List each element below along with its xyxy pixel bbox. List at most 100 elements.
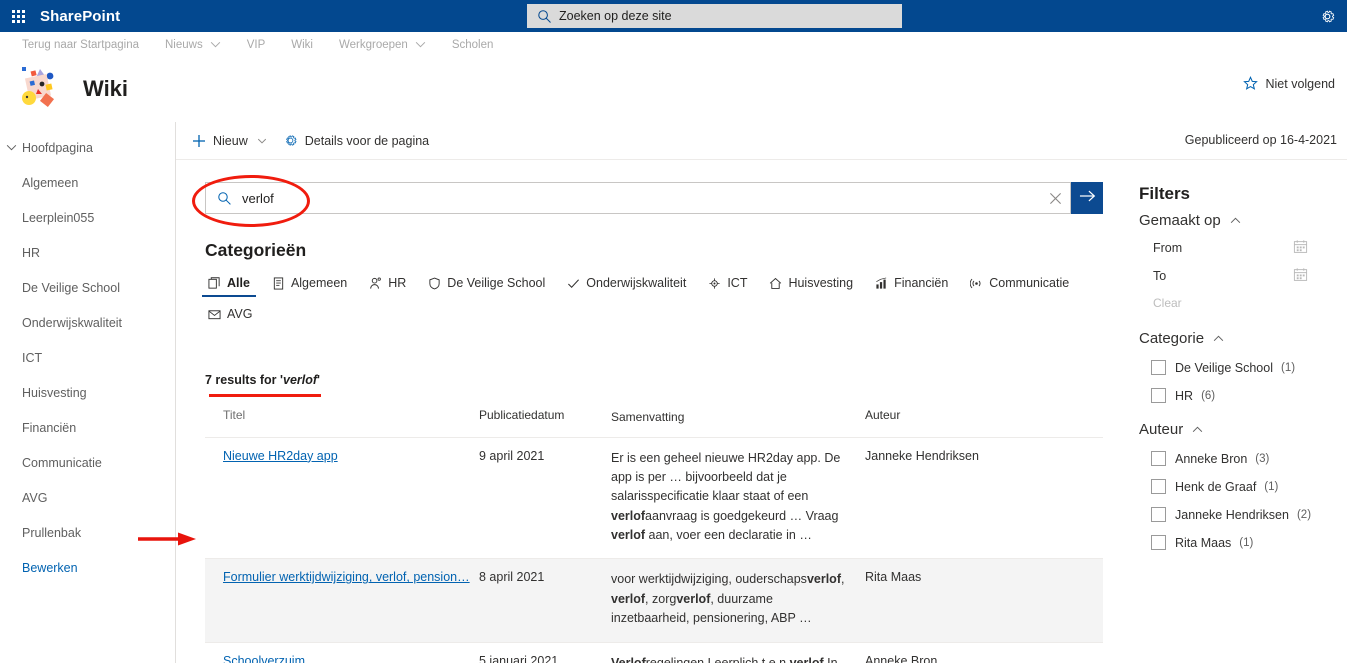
calendar-icon[interactable]	[1293, 267, 1308, 285]
filter-option-de-veilige-school[interactable]: De Veilige School (1)	[1151, 360, 1347, 375]
filter-option-anneke-bron[interactable]: Anneke Bron (3)	[1151, 451, 1347, 466]
hubnav-item-5[interactable]: Scholen	[452, 39, 494, 51]
column-header-publicatiedatum[interactable]: Publicatiedatum	[479, 408, 611, 427]
suite-bar: SharePoint	[0, 0, 1347, 32]
filter-option-rita-maas[interactable]: Rita Maas (1)	[1151, 535, 1347, 550]
page-details-button[interactable]: Details voor de pagina	[283, 133, 429, 148]
tab-algemeen[interactable]: Algemeen	[266, 272, 353, 297]
sidebar-edit-link[interactable]: Bewerken	[0, 550, 175, 585]
filter-date-to[interactable]: To	[1153, 267, 1308, 285]
chevron-up-icon[interactable]	[1192, 426, 1203, 433]
search-input[interactable]	[242, 190, 1040, 206]
sidebar-item-label: Onderwijskwaliteit	[22, 315, 123, 330]
filter-date-from[interactable]: From	[1153, 239, 1308, 257]
filter-group-gemaakt-op[interactable]: Gemaakt op	[1139, 212, 1347, 229]
checkbox[interactable]	[1151, 479, 1166, 494]
chevron-down-icon[interactable]	[257, 138, 267, 144]
checkbox[interactable]	[1151, 535, 1166, 550]
waffle-icon[interactable]	[4, 0, 32, 32]
chevron-down-icon	[210, 39, 221, 51]
sidebar-item-hr[interactable]: HR	[0, 235, 175, 270]
filter-group-label: Gemaakt op	[1139, 212, 1221, 229]
hubnav-item-3[interactable]: Wiki	[291, 39, 313, 51]
filter-group-auteur[interactable]: Auteur	[1139, 421, 1347, 438]
gear-icon[interactable]	[1311, 0, 1343, 32]
filter-option-henk-de-graaf[interactable]: Henk de Graaf (1)	[1151, 479, 1347, 494]
sidebar-item-avg[interactable]: AVG	[0, 480, 175, 515]
sidebar-item-financien[interactable]: Financiën	[0, 410, 175, 445]
filter-option-hr[interactable]: HR (6)	[1151, 388, 1347, 403]
home-icon	[769, 277, 782, 290]
checkbox[interactable]	[1151, 388, 1166, 403]
table-row[interactable]: Schoolverzuim 5 januari 2021 Verlofregelin…	[205, 643, 1103, 663]
sidebar-item-label: Prullenbak	[22, 525, 82, 540]
checkbox[interactable]	[1151, 360, 1166, 375]
tab-hr[interactable]: HR	[363, 272, 412, 297]
checkbox[interactable]	[1151, 451, 1166, 466]
column-header-auteur[interactable]: Auteur	[865, 408, 1065, 427]
result-title-link[interactable]: Schoolverzuim	[223, 654, 305, 663]
hubnav-item-2[interactable]: VIP	[247, 39, 266, 51]
search-box[interactable]	[205, 182, 1071, 214]
sidebar-item-onderwijskwaliteit[interactable]: Onderwijskwaliteit	[0, 305, 175, 340]
tab-onderwijskwaliteit[interactable]: Onderwijskwaliteit	[561, 272, 692, 297]
sidebar-item-leerplein055[interactable]: Leerplein055	[0, 200, 175, 235]
filter-option-count: (1)	[1264, 480, 1279, 493]
hubnav-item-1[interactable]: Nieuws	[165, 39, 221, 51]
hubnav-label: Terug naar Startpagina	[22, 39, 139, 51]
tab-label: Financiën	[894, 276, 949, 290]
tab-communicatie[interactable]: Communicatie	[964, 272, 1075, 297]
sidebar: Hoofdpagina Algemeen Leerplein055 HR De …	[0, 122, 176, 663]
sidebar-item-ict[interactable]: ICT	[0, 340, 175, 375]
tab-label: HR	[388, 276, 407, 290]
tab-alle[interactable]: Alle	[202, 272, 256, 297]
tab-avg[interactable]: AVG	[202, 303, 282, 328]
chevron-up-icon[interactable]	[1230, 217, 1241, 224]
app-name[interactable]: SharePoint	[40, 8, 120, 25]
tab-huisvesting[interactable]: Huisvesting	[763, 272, 859, 297]
filter-option-count: (6)	[1201, 389, 1216, 402]
column-header-titel[interactable]: Titel	[205, 408, 479, 427]
tab-financien[interactable]: Financiën	[869, 272, 954, 297]
tab-ict[interactable]: ICT	[702, 272, 753, 297]
chevron-down-icon[interactable]	[0, 144, 22, 151]
cell-samenvatting: Verlofregelingen Leerplich t e n verlof …	[611, 655, 838, 663]
new-button[interactable]: Nieuw	[192, 134, 267, 148]
filter-group-categorie[interactable]: Categorie	[1139, 330, 1347, 347]
sidebar-item-huisvesting[interactable]: Huisvesting	[0, 375, 175, 410]
filter-clear-button[interactable]: Clear	[1153, 296, 1347, 310]
search-submit-button[interactable]	[1071, 182, 1103, 214]
filters-panel: Filters Gemaakt op From To Clear Categor…	[1131, 160, 1347, 663]
result-title-link[interactable]: Formulier werktijdwijziging, verlof, pen…	[223, 570, 470, 584]
table-row[interactable]: Formulier werktijdwijziging, verlof, pen…	[205, 559, 1103, 643]
command-bar: Nieuw Details voor de pagina Gepubliceer…	[176, 122, 1347, 160]
sidebar-item-communicatie[interactable]: Communicatie	[0, 445, 175, 480]
site-search-box[interactable]	[527, 4, 902, 28]
cell-titel: Formulier werktijdwijziging, verlof, pen…	[205, 570, 479, 628]
calendar-icon[interactable]	[1293, 239, 1308, 257]
hubnav-label: Nieuws	[165, 39, 203, 51]
sidebar-item-algemeen[interactable]: Algemeen	[0, 165, 175, 200]
follow-button[interactable]: Niet volgend	[1242, 76, 1335, 91]
filter-date-to-label: To	[1153, 269, 1167, 283]
table-body: Nieuwe HR2day app 9 april 2021 Er is een g…	[205, 438, 1103, 663]
filter-group-label: Auteur	[1139, 421, 1184, 438]
hubnav-label: Werkgroepen	[338, 39, 408, 51]
hubnav-item-0[interactable]: Terug naar Startpagina	[22, 39, 139, 51]
close-icon[interactable]	[1040, 183, 1070, 213]
results-count-prefix: 7 results for '	[205, 373, 283, 387]
site-search-input[interactable]	[559, 9, 894, 23]
tab-label: Huisvesting	[788, 276, 854, 290]
checkbox[interactable]	[1151, 507, 1166, 522]
result-title-link[interactable]: Nieuwe HR2day app	[223, 449, 338, 463]
table-row[interactable]: Nieuwe HR2day app 9 april 2021 Er is een g…	[205, 438, 1103, 560]
chevron-up-icon[interactable]	[1213, 335, 1224, 342]
tab-de-veilige-school[interactable]: De Veilige School	[422, 272, 551, 297]
filter-option-janneke-hendriksen[interactable]: Janneke Hendriksen (2)	[1151, 507, 1347, 522]
hubnav-item-4[interactable]: Werkgroepen	[339, 39, 426, 51]
arrow-right-icon	[1079, 189, 1096, 208]
categories-heading: Categorieën	[205, 240, 307, 260]
column-header-samenvatting[interactable]: Samenvatting	[611, 408, 865, 427]
sidebar-item-hoofdpagina[interactable]: Hoofdpagina	[0, 130, 175, 165]
sidebar-item-de-veilige-school[interactable]: De Veilige School	[0, 270, 175, 305]
